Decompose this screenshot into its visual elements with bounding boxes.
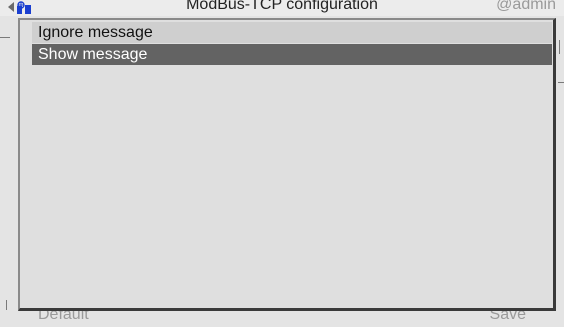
window-title: ModBus-TCP configuration: [186, 0, 378, 13]
divider: [0, 37, 10, 38]
user-label: @admin: [496, 0, 556, 13]
option-ignore-message[interactable]: Ignore message: [32, 22, 552, 43]
options-popup: Ignore message Show message: [18, 18, 556, 311]
divider: [6, 300, 7, 310]
title-bar: ModBus-TCP configuration @admin: [0, 0, 564, 16]
divider: [558, 82, 564, 83]
divider: [559, 40, 560, 54]
option-show-message[interactable]: Show message: [32, 44, 552, 65]
